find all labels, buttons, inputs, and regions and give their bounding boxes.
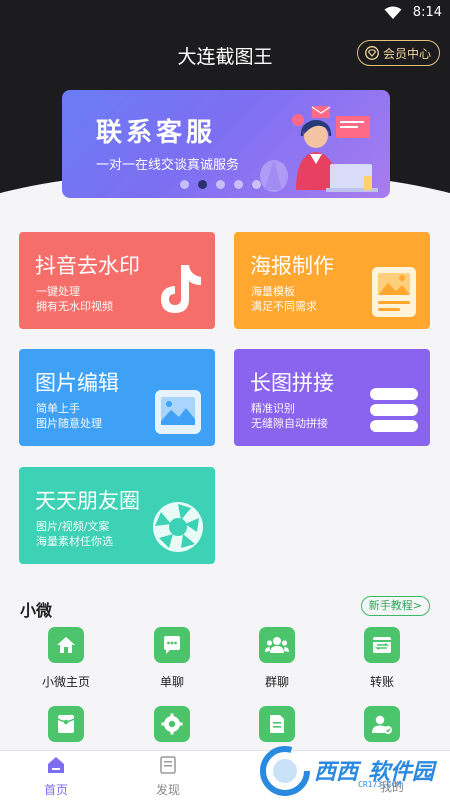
card-title: 天天朋友圈 (35, 489, 140, 513)
section-title: 小微 (20, 601, 53, 620)
tab-label: 发现 (155, 783, 180, 797)
redpacket-icon (48, 706, 84, 742)
tool-transfer[interactable]: 转账 (342, 627, 422, 690)
tool-red-packet[interactable] (26, 706, 106, 752)
card-desc-line: 海量素材任你选 (36, 535, 113, 548)
status-time: 8:14 (412, 5, 442, 20)
tool-home[interactable]: 小微主页 (26, 627, 106, 690)
tool-group-chat[interactable]: 群聊 (237, 627, 317, 690)
card-long-image-stitch[interactable]: 长图拼接 精准识别 无缝隙自动拼接 (234, 349, 430, 446)
banner-customer-service[interactable]: 联系客服 一对一在线交谈真诚服务 (62, 90, 390, 198)
card-desc-line: 图片随意处理 (36, 417, 102, 430)
banner-title: 联系客服 (96, 118, 217, 148)
poster-icon (372, 267, 416, 317)
card-desc: 海量模板 满足不同需求 (251, 284, 317, 314)
tab-home[interactable]: 首页 (26, 755, 86, 798)
banner-dot[interactable] (180, 180, 189, 189)
tool-label: 群聊 (264, 675, 289, 689)
card-title: 海报制作 (250, 254, 334, 278)
banner-dot[interactable] (252, 180, 261, 189)
site-watermark: 西西 软件园 CR173.COM (258, 744, 448, 798)
tool-label: 小微主页 (41, 675, 90, 689)
vip-center-label: 会员中心 (382, 46, 431, 61)
card-desc: 图片/视频/文案 海量素材任你选 (36, 519, 113, 549)
tab-discover[interactable]: 发现 (138, 755, 198, 798)
transfer-icon (364, 627, 400, 663)
tab-label: 首页 (43, 783, 68, 797)
banner-dot-active[interactable] (198, 180, 207, 189)
banner-subtitle: 一对一在线交谈真诚服务 (96, 158, 240, 173)
card-title: 图片编辑 (35, 371, 119, 395)
aperture-icon (153, 502, 203, 552)
card-douyin-watermark[interactable]: 抖音去水印 一键处理 拥有无水印视频 (19, 232, 215, 329)
customer-service-illustration (260, 106, 378, 192)
banner-pagination (180, 180, 261, 189)
tool-settings[interactable] (132, 706, 212, 752)
card-desc-line: 图片/视频/文案 (36, 520, 110, 533)
card-desc: 精准识别 无缝隙自动拼接 (251, 401, 328, 431)
banner-dot[interactable] (234, 180, 243, 189)
card-desc: 一键处理 拥有无水印视频 (36, 284, 113, 314)
tool-label: 转账 (369, 675, 394, 689)
banner-dot[interactable] (216, 180, 225, 189)
watermark-text: 西西 (314, 760, 359, 785)
status-bar: 8:14 (0, 0, 450, 26)
group-icon (259, 627, 295, 663)
stack-icon (370, 388, 418, 432)
card-title: 长图拼接 (250, 371, 334, 395)
beginner-guide-button[interactable]: 新手教程> (360, 596, 430, 616)
card-title: 抖音去水印 (35, 254, 140, 278)
home-icon (48, 627, 84, 663)
card-poster-making[interactable]: 海报制作 海量模板 满足不同需求 (234, 232, 430, 329)
settings-icon (154, 706, 190, 742)
card-moments[interactable]: 天天朋友圈 图片/视频/文案 海量素材任你选 (19, 467, 215, 564)
card-desc-line: 海量模板 (251, 285, 295, 298)
image-icon (155, 390, 201, 434)
card-desc-line: 满足不同需求 (251, 300, 317, 313)
vip-center-button[interactable]: 会员中心 (356, 40, 440, 66)
home-tab-icon (48, 757, 64, 773)
tiktok-icon (161, 265, 201, 313)
tool-single-chat[interactable]: 单聊 (132, 627, 212, 690)
tool-label: 单聊 (159, 675, 184, 689)
wifi-icon (384, 6, 402, 19)
card-desc-line: 精准识别 (251, 402, 295, 415)
document-icon (259, 706, 295, 742)
card-desc-line: 拥有无水印视频 (36, 300, 113, 313)
card-desc-line: 简单上手 (36, 402, 80, 415)
card-image-edit[interactable]: 图片编辑 简单上手 图片随意处理 (19, 349, 215, 446)
watermark-url: CR173.COM (358, 780, 402, 789)
discover-tab-icon (160, 756, 176, 774)
diamond-icon (365, 46, 379, 60)
card-desc-line: 无缝隙自动拼接 (251, 417, 328, 430)
user-icon (364, 706, 400, 742)
card-desc: 简单上手 图片随意处理 (36, 401, 102, 431)
card-desc-line: 一键处理 (36, 285, 80, 298)
chat-icon (154, 627, 190, 663)
watermark-logo-icon (260, 746, 310, 796)
